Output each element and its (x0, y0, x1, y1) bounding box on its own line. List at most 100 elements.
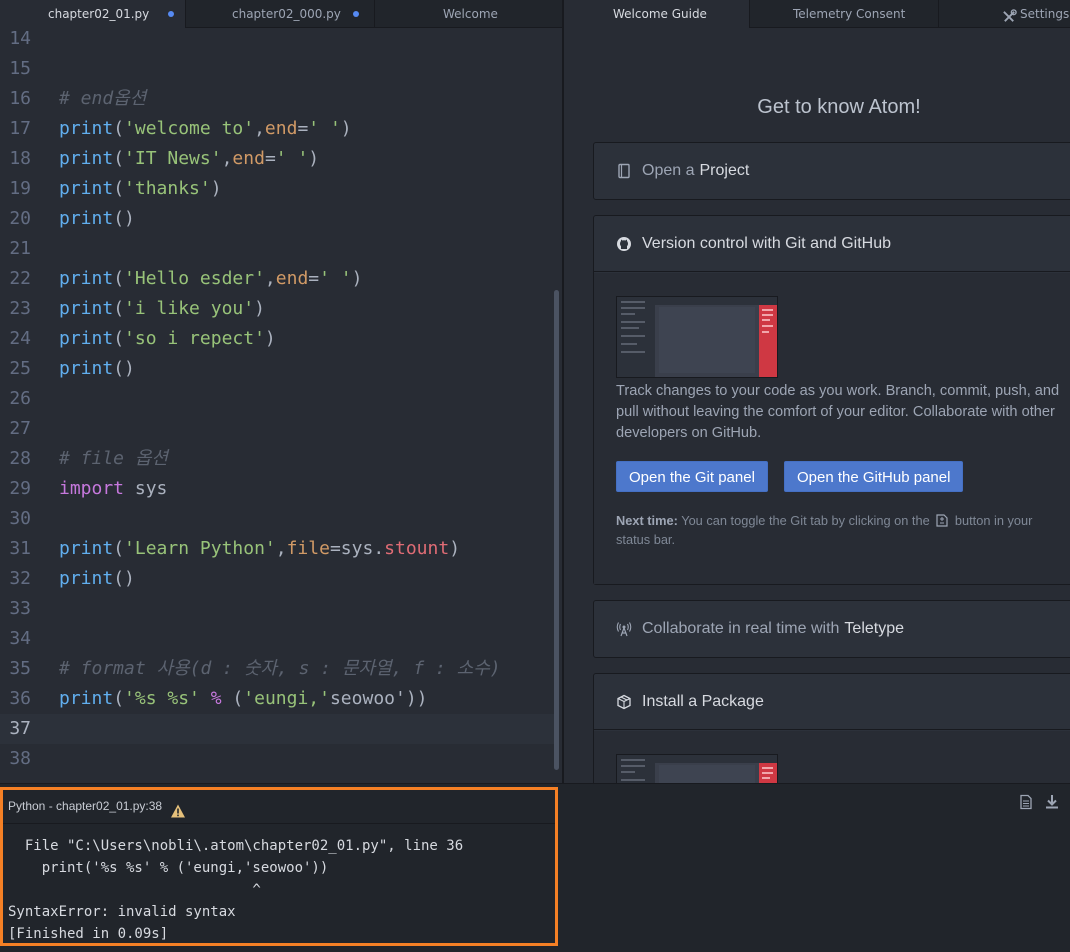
code-line[interactable]: 28 # file 옵션 (0, 444, 556, 474)
code-line[interactable]: 19 print('thanks') (0, 174, 556, 204)
line-number: 15 (9, 58, 31, 79)
code-token: # format 사용(d : 숫자, s : 문자열, f : 소수) (59, 658, 501, 679)
editor-scrollbar[interactable] (554, 290, 559, 770)
editor-tab-bar: chapter02_01.py chapter02_000.py Welcome (0, 0, 562, 28)
code-token: = (264, 148, 276, 169)
code-line[interactable]: 14 (0, 28, 556, 54)
open-github-panel-button[interactable]: Open the GitHub panel (784, 461, 964, 492)
code-token: print (59, 568, 114, 589)
code-line[interactable]: 17 print('welcome to',end=' ') (0, 114, 556, 144)
code-line[interactable]: 36 print('%s %s' % ('eungi,'seowoo')) (0, 684, 556, 714)
card-open-project-header[interactable]: Open a Project (594, 143, 1070, 199)
download-output-icon[interactable] (1044, 794, 1060, 810)
tab-welcome-guide[interactable]: Welcome Guide (564, 0, 750, 28)
code-token: end (264, 118, 298, 139)
code-token: 'Hello esder' (124, 268, 265, 289)
code-line[interactable]: 15 (0, 54, 556, 84)
line-number: 16 (9, 88, 31, 109)
code-token: end (275, 268, 309, 289)
code-line[interactable]: 35 # format 사용(d : 숫자, s : 문자열, f : 소수) (0, 654, 556, 684)
code-line[interactable]: 18 print('IT News',end=' ') (0, 144, 556, 174)
code-token: '%s %s' (124, 688, 200, 709)
code-token: ( (113, 268, 125, 289)
line-number: 38 (9, 748, 31, 769)
tab-title: Welcome (443, 7, 498, 21)
code-token: print (59, 538, 114, 559)
github-icon (616, 236, 632, 252)
code-token: 'so i repect' (124, 328, 265, 349)
card-teletype-header[interactable]: Collaborate in real time with Teletype (594, 601, 1070, 657)
code-line[interactable]: 34 (0, 624, 556, 654)
card-git-github-header[interactable]: Version control with Git and GitHub (594, 216, 1070, 272)
line-number: 33 (9, 598, 31, 619)
code-line[interactable]: 21 (0, 234, 556, 264)
code-token: print (59, 268, 114, 289)
modified-indicator-icon[interactable] (353, 11, 359, 17)
code-token: file (286, 538, 330, 559)
code-token: print (59, 118, 114, 139)
tools-icon (1002, 6, 1017, 22)
code-token: () (113, 568, 135, 589)
code-line[interactable]: 20 print() (0, 204, 556, 234)
code-token: ) (351, 268, 363, 289)
code-text: # format 사용(d : 숫자, s : 문자열, f : 소수) (59, 654, 501, 684)
code-token: . (373, 538, 385, 559)
code-line[interactable]: 30 (0, 504, 556, 534)
code-token: ) (254, 298, 265, 319)
tab-telemetry-consent[interactable]: Telemetry Consent (750, 0, 939, 28)
code-token: seowoo (329, 688, 395, 709)
card-install-package-header[interactable]: Install a Package (594, 674, 1070, 730)
code-token: sys (124, 478, 168, 499)
guide-tab-bar: Welcome Guide Telemetry Consent Settings (564, 0, 1070, 28)
guide-title: Get to know Atom! (757, 96, 921, 118)
code-token: ) (340, 118, 352, 139)
code-text: print() (59, 204, 135, 234)
card-install-package-body (594, 731, 1070, 783)
code-text: print('welcome to',end=' ') (59, 114, 352, 144)
code-line[interactable]: 38 (0, 744, 556, 774)
tab-title: Telemetry Consent (793, 7, 906, 21)
line-number: 19 (9, 178, 31, 199)
output-text[interactable]: File "C:\Users\nobli\.atom\chapter02_01.… (8, 835, 463, 945)
line-number: 35 (9, 658, 31, 679)
line-number: 34 (9, 628, 31, 649)
line-number: 29 (9, 478, 31, 499)
tab-settings[interactable]: Settings (939, 0, 1070, 28)
code-text: print() (59, 564, 135, 594)
code-line[interactable]: 16 # end옵션 (0, 84, 556, 114)
code-editor[interactable]: 14 15 16 # end옵션 17 print('welcome to',end=' … (0, 28, 562, 783)
code-line[interactable]: 27 (0, 414, 556, 444)
code-line[interactable]: 22 print('Hello esder',end=' ') (0, 264, 556, 294)
line-number: 25 (9, 358, 31, 379)
code-line[interactable]: 31 print('Learn Python',file=sys.stount) (0, 534, 556, 564)
tab-title: chapter02_01.py (48, 7, 150, 21)
code-line[interactable]: 32 print() (0, 564, 556, 594)
code-token: ( (221, 688, 244, 709)
card-teletype[interactable]: Collaborate in real time with Teletype (593, 600, 1070, 658)
git-panel-screenshot (616, 296, 778, 378)
code-text: print('so i repect') (59, 324, 276, 354)
open-git-panel-button[interactable]: Open the Git panel (616, 461, 768, 492)
tab-title: Settings (1020, 7, 1070, 21)
tab-title: Welcome Guide (613, 7, 707, 21)
card-label: Install a Package (642, 692, 764, 710)
code-line[interactable]: 25 print() (0, 354, 556, 384)
code-line[interactable]: 29 import sys (0, 474, 556, 504)
copy-output-icon[interactable] (1018, 794, 1034, 810)
code-line[interactable]: 23 print('i like you') (0, 294, 556, 324)
package-screenshot (616, 754, 778, 783)
modified-indicator-icon[interactable] (168, 11, 174, 17)
code-line[interactable]: 33 (0, 594, 556, 624)
code-line[interactable]: 26 (0, 384, 556, 414)
tab-chapter02-01[interactable]: chapter02_01.py (0, 0, 186, 28)
code-token: ) (449, 538, 461, 559)
code-text: print('thanks') (59, 174, 222, 204)
code-token: end (232, 148, 265, 169)
tab-chapter02-000[interactable]: chapter02_000.py (186, 0, 375, 28)
hint-text-before: You can toggle the Git tab by clicking o… (681, 513, 930, 528)
code-line[interactable]: 24 print('so i repect') (0, 324, 556, 354)
code-line[interactable]: 37 (0, 714, 556, 744)
card-open-project[interactable]: Open a Project (593, 142, 1070, 200)
tab-welcome[interactable]: Welcome (375, 0, 562, 28)
